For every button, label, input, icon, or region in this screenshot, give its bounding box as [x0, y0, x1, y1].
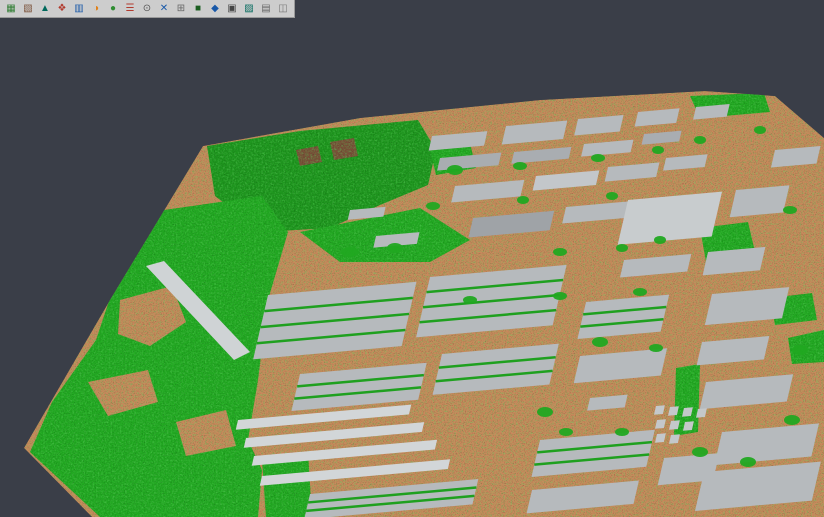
navigate-tool-icon: ◆	[211, 4, 219, 14]
tree-canopy	[606, 192, 618, 200]
toolbar-button-table-tool[interactable]: ▤	[258, 1, 274, 16]
toolbar-button-profile-tool[interactable]: ☰	[122, 1, 138, 16]
tree-canopy	[692, 447, 708, 457]
tree-canopy	[513, 162, 527, 170]
tree-canopy	[447, 165, 463, 175]
tree-canopy	[616, 244, 628, 252]
top-bar: ▦ ▧ ▲ ❖ ▥ ◑ ● ☰ ⊙ ✕ ⊞ ■ ◆ ▣ ▨ ▤ ◫	[0, 0, 824, 18]
toolbar-button-classification-grid[interactable]: ▦	[3, 1, 19, 16]
vegetation-filter-icon: ■	[195, 4, 201, 14]
tree-canopy	[591, 154, 605, 162]
tree-canopy	[553, 292, 567, 300]
toolbar: ▦ ▧ ▲ ❖ ▥ ◑ ● ☰ ⊙ ✕ ⊞ ■ ◆ ▣ ▨ ▤ ◫	[0, 0, 295, 18]
tree-canopy	[387, 243, 403, 253]
tree-canopy	[341, 247, 359, 257]
tree-canopy	[537, 407, 553, 417]
contrast-tool-icon: ◑	[93, 4, 99, 14]
settings-tool-icon: ⊙	[143, 4, 151, 14]
tree-canopy	[654, 236, 666, 244]
toolbar-button-terrain-tool[interactable]: ▧	[20, 1, 36, 16]
scatter-tool-icon: ❖	[58, 4, 67, 14]
grid-tool-icon: ⊞	[177, 4, 185, 14]
tree-canopy	[783, 206, 797, 214]
toolbar-button-scatter-tool[interactable]: ❖	[54, 1, 70, 16]
table-tool-icon: ▤	[261, 4, 270, 14]
toolbar-button-navigate-tool[interactable]: ◆	[207, 1, 223, 16]
profile-tool-icon: ☰	[126, 4, 135, 14]
building-roof	[658, 453, 720, 485]
application-window: ▦ ▧ ▲ ❖ ▥ ◑ ● ☰ ⊙ ✕ ⊞ ■ ◆ ▣ ▨ ▤ ◫	[0, 0, 824, 517]
tree-canopy	[784, 415, 800, 425]
tree-canopy	[517, 196, 529, 204]
toolbar-button-grid-tool[interactable]: ⊞	[173, 1, 189, 16]
tree-canopy	[553, 248, 567, 256]
tree-canopy	[740, 457, 756, 467]
toolbar-button-globe-tool[interactable]: ●	[105, 1, 121, 16]
toolbar-button-palette-tool[interactable]: ▨	[241, 1, 257, 16]
tree-canopy	[559, 428, 573, 436]
print-tool-icon: ▣	[227, 4, 236, 14]
palette-tool-icon: ▨	[244, 4, 253, 14]
layers-tool-icon: ▥	[74, 4, 83, 14]
globe-tool-icon: ●	[110, 4, 116, 14]
tree-canopy	[652, 146, 664, 154]
tree-canopy	[633, 288, 647, 296]
tree-canopy	[592, 337, 608, 347]
tree-canopy	[426, 202, 440, 210]
building-roof	[618, 192, 722, 245]
toolbar-button-layers-tool[interactable]: ▥	[71, 1, 87, 16]
toolbar-button-mesh-tool[interactable]: ▲	[37, 1, 53, 16]
toolbar-button-delete-tool[interactable]: ✕	[156, 1, 172, 16]
mesh-tool-icon: ▲	[40, 4, 50, 14]
3d-viewport[interactable]	[0, 18, 824, 517]
toolbar-button-print-tool[interactable]: ▣	[224, 1, 240, 16]
tree-canopy	[649, 344, 663, 352]
tree-canopy	[694, 136, 706, 144]
toolbar-button-contrast-tool[interactable]: ◑	[88, 1, 104, 16]
terrain-tool-icon: ▧	[23, 4, 32, 14]
classification-grid-icon: ▦	[6, 4, 15, 14]
point-cloud-render	[0, 18, 824, 517]
tree-canopy	[792, 345, 808, 355]
tree-canopy	[754, 126, 766, 134]
tree-canopy	[463, 296, 477, 304]
delete-tool-icon: ✕	[160, 4, 168, 14]
building-roof	[730, 185, 790, 217]
tree-canopy	[615, 428, 629, 436]
toolbar-button-settings-tool[interactable]: ⊙	[139, 1, 155, 16]
toolbar-button-vegetation-filter[interactable]: ■	[190, 1, 206, 16]
toolbar-button-split-view-tool[interactable]: ◫	[275, 1, 291, 16]
terrain-group	[0, 80, 824, 517]
split-view-tool-icon: ◫	[278, 4, 287, 14]
